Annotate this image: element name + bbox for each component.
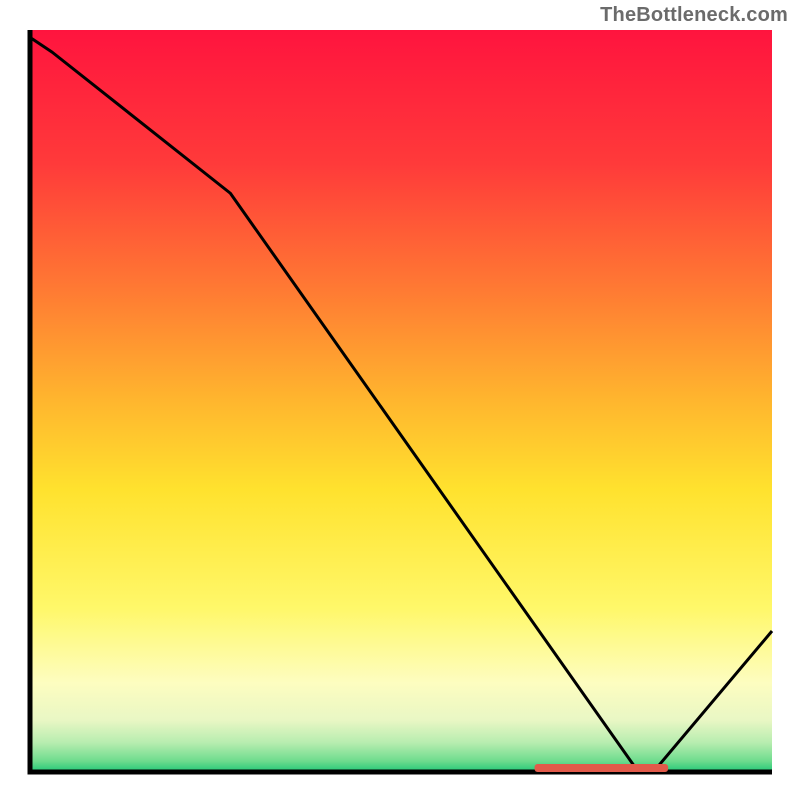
chart-container: TheBottleneck.com bbox=[0, 0, 800, 800]
bottleneck-chart bbox=[0, 0, 800, 800]
watermark-label: TheBottleneck.com bbox=[600, 4, 788, 27]
gradient-background bbox=[30, 30, 772, 772]
optimal-range-marker bbox=[535, 764, 669, 772]
